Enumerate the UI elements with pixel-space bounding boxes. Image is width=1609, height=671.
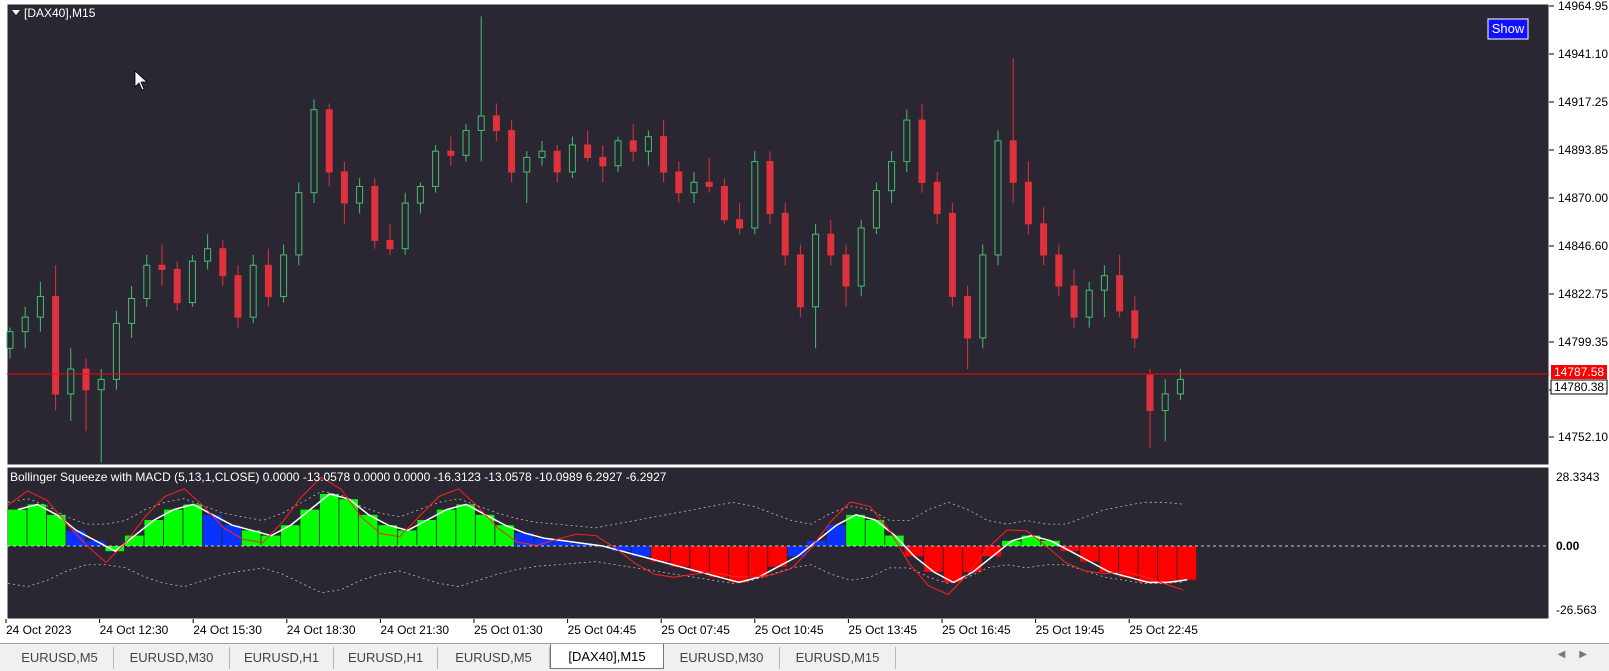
- tab-eurusd-m5-2[interactable]: EURUSD,M5: [438, 647, 550, 669]
- chart-tab-bar: EURUSD,M5 EURUSD,M30 EURUSD,H1 EURUSD,H1…: [0, 643, 1609, 671]
- histogram-bar: [319, 494, 339, 546]
- histogram-bar: [163, 509, 183, 546]
- chart-window[interactable]: [DAX40],M15 Show Bollinger Squeeze with …: [0, 0, 1609, 643]
- time-tick-label: 24 Oct 15:30: [193, 623, 262, 637]
- indicator-axis-zero: 0.00: [1556, 539, 1580, 553]
- candle: [249, 254, 257, 324]
- price-tick-label: 14893.85: [1558, 143, 1608, 157]
- histogram-bar: [66, 530, 86, 546]
- histogram-bar: [183, 504, 203, 546]
- price-tick-label: 14752.10: [1558, 430, 1608, 444]
- candle: [979, 244, 987, 349]
- candle: [295, 182, 303, 266]
- histogram-bar: [456, 504, 475, 546]
- price-tick-label: 14870.00: [1558, 191, 1608, 205]
- histogram-bar: [690, 546, 709, 572]
- histogram-bar: [358, 514, 378, 546]
- tab-scroll-arrows[interactable]: ◀▶: [1558, 649, 1601, 660]
- histogram-bar: [8, 509, 27, 546]
- time-tick-label: 25 Oct 07:45: [661, 623, 730, 637]
- histogram-bar: [397, 530, 417, 546]
- candle: [948, 203, 956, 307]
- histogram-bar: [826, 525, 846, 546]
- histogram-bar: [670, 546, 690, 567]
- bid-price-tag: 14780.38: [1550, 379, 1608, 395]
- current-price-label: 14787.58: [1554, 365, 1604, 379]
- candle: [188, 254, 196, 307]
- candle: [766, 151, 774, 224]
- tab-eurusd-h1-2[interactable]: EURUSD,H1: [334, 647, 438, 669]
- time-tick-label: 25 Oct 19:45: [1036, 623, 1105, 637]
- time-tick-label: 24 Oct 12:30: [100, 623, 169, 637]
- tab-eurusd-m30-2[interactable]: EURUSD,M30: [664, 647, 780, 669]
- time-tick-label: 24 Oct 18:30: [287, 623, 356, 637]
- time-tick-label: 24 Oct 2023: [6, 623, 72, 637]
- candle: [994, 130, 1002, 266]
- histogram-bar: [1080, 546, 1099, 562]
- histogram-bar: [339, 499, 358, 546]
- histogram-bar: [202, 514, 222, 546]
- histogram-bar: [924, 546, 943, 572]
- indicator-axis-bottom: -26.563: [1556, 603, 1597, 617]
- candle: [310, 99, 318, 204]
- time-tick-label: 25 Oct 04:45: [568, 623, 637, 637]
- price-tick-label: 14822.75: [1558, 287, 1608, 301]
- bid-price-label: 14780.38: [1554, 380, 1604, 394]
- scroll-left-icon[interactable]: ◀: [1558, 649, 1580, 660]
- time-tick-label: 25 Oct 16:45: [942, 623, 1011, 637]
- price-tick-label: 14964.95: [1558, 0, 1608, 13]
- price-tick-label: 14941.10: [1558, 47, 1608, 61]
- tab-eurusd-m5[interactable]: EURUSD,M5: [6, 647, 114, 669]
- histogram-bar: [748, 546, 768, 578]
- histogram-bar: [1138, 546, 1158, 583]
- candle: [371, 178, 379, 249]
- indicator-axis-top: 28.3343: [1556, 470, 1600, 484]
- histogram-bar: [709, 546, 729, 578]
- candle: [432, 144, 440, 193]
- time-tick-label: 25 Oct 13:45: [848, 623, 917, 637]
- candle: [857, 219, 865, 297]
- tab-dax40-m15[interactable]: [DAX40],M15: [550, 644, 664, 669]
- time-tick-label: 25 Oct 10:45: [755, 623, 824, 637]
- histogram-bar: [885, 535, 904, 546]
- price-tick-label: 14917.25: [1558, 95, 1608, 109]
- histogram-bar: [943, 546, 963, 583]
- tab-eurusd-h1[interactable]: EURUSD,H1: [230, 647, 334, 669]
- tab-eurusd-m30[interactable]: EURUSD,M30: [114, 647, 230, 669]
- histogram-bar: [1158, 546, 1177, 583]
- chart-title: [DAX40],M15: [24, 6, 96, 20]
- chart-canvas[interactable]: [DAX40],M15 Show Bollinger Squeeze with …: [0, 0, 1609, 643]
- histogram-bar: [846, 514, 865, 546]
- histogram-bar: [436, 509, 456, 546]
- tab-eurusd-m15[interactable]: EURUSD,M15: [780, 647, 896, 669]
- histogram-bar: [27, 504, 47, 546]
- time-tick-label: 25 Oct 01:30: [474, 623, 543, 637]
- price-tick-label: 14846.60: [1558, 239, 1608, 253]
- main-chart-panel[interactable]: [6, 3, 1550, 466]
- histogram-bar: [144, 520, 164, 546]
- current-price-tag: 14787.58: [1551, 365, 1607, 379]
- indicator-label: Bollinger Squeeze with MACD (5,13,1,CLOS…: [10, 470, 667, 484]
- show-button-label: Show: [1492, 21, 1525, 36]
- price-tick-label: 14799.35: [1558, 335, 1608, 349]
- histogram-bar: [1177, 546, 1197, 580]
- time-tick-label: 25 Oct 22:45: [1129, 623, 1198, 637]
- show-button[interactable]: Show: [1487, 18, 1529, 40]
- candle: [796, 244, 804, 318]
- histogram-bar: [475, 514, 495, 546]
- scroll-right-icon[interactable]: ▶: [1579, 649, 1601, 660]
- candle: [751, 151, 759, 235]
- time-tick-label: 24 Oct 21:30: [380, 623, 449, 637]
